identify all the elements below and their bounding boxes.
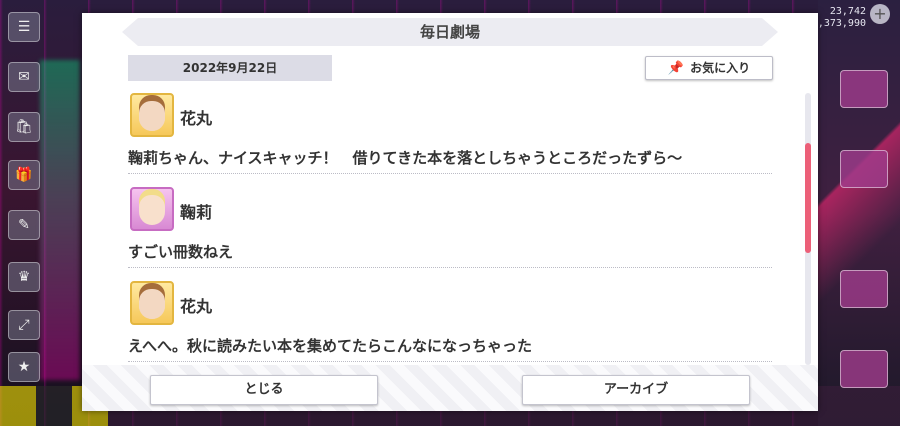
right-menu-card-3[interactable] — [840, 270, 888, 308]
hanamaru-avatar — [130, 93, 174, 137]
currency-value-1: 23,742 — [829, 6, 866, 17]
speaker-name: 花丸 — [180, 109, 213, 128]
shop-icon[interactable]: 🛍 — [8, 112, 40, 142]
pin-icon: 📌 — [667, 61, 685, 76]
side-menu: ☰ ✉ 🛍 🎁 ✎ ♛ ⤢ ★ — [0, 0, 48, 426]
hanamaru-avatar — [130, 281, 174, 325]
expand-icon[interactable]: ⤢ — [8, 310, 40, 340]
mari-avatar — [130, 187, 174, 231]
notice-icon[interactable]: ✎ — [8, 210, 40, 240]
avatar-face — [139, 101, 165, 131]
right-menu-card-4[interactable] — [840, 350, 888, 388]
speaker-name: 鞠莉 — [180, 203, 213, 222]
present-icon[interactable]: ★ — [8, 352, 40, 382]
avatar-face — [139, 289, 165, 319]
right-menu-card-2[interactable] — [840, 150, 888, 188]
speaker-name: 花丸 — [180, 297, 213, 316]
currency-value-2: 0,373,990 — [811, 18, 866, 29]
daily-theater-dialog: 毎日劇場 2022年9月22日 📌 お気に入り 花丸 鞠莉ちゃん、ナイスキャッチ！… — [82, 13, 818, 411]
add-currency-button[interactable]: + — [870, 4, 890, 24]
favorite-button[interactable]: 📌 お気に入り — [645, 56, 773, 80]
date-label: 2022年9月22日 — [128, 55, 332, 81]
scrollbar-thumb[interactable] — [805, 143, 811, 253]
dialogue-list[interactable]: 花丸 鞠莉ちゃん、ナイスキャッチ！ 借りてきた本を落としちゃうところだったずら～… — [128, 91, 772, 366]
chat-icon[interactable]: ✉ — [8, 62, 40, 92]
gift-icon[interactable]: 🎁 — [8, 160, 40, 190]
dialogue-scrollbar[interactable] — [805, 93, 811, 365]
entry-divider — [128, 173, 772, 174]
right-menu-card-1[interactable] — [840, 70, 888, 108]
currency-readout: 23,742 0,373,990 — [812, 6, 866, 30]
dialogue-text: すごい冊数ねえ — [128, 243, 234, 261]
entry-divider — [128, 361, 772, 362]
archive-button[interactable]: アーカイブ — [522, 375, 750, 405]
menu-icon[interactable]: ☰ — [8, 12, 40, 42]
favorite-button-label: お気に入り — [690, 61, 751, 75]
trophy-icon[interactable]: ♛ — [8, 262, 40, 292]
avatar-face — [139, 195, 165, 225]
dialog-title-banner: 毎日劇場 — [122, 18, 778, 46]
close-button[interactable]: とじる — [150, 375, 378, 405]
dialogue-text: えへへ。秋に読みたい本を集めてたらこんなになっちゃった — [128, 337, 532, 355]
dialogue-text: 鞠莉ちゃん、ナイスキャッチ！ 借りてきた本を落としちゃうところだったずら～ — [128, 149, 683, 167]
entry-divider — [128, 267, 772, 268]
dialog-title: 毎日劇場 — [419, 23, 480, 41]
